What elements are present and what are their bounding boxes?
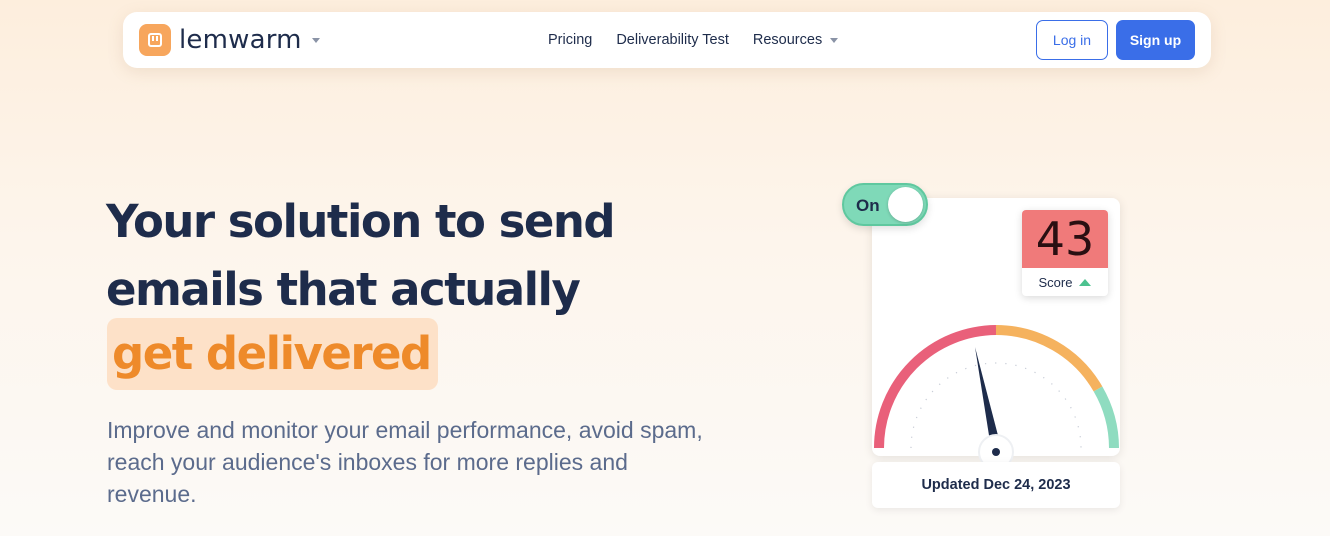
toggle-label: On	[856, 196, 880, 215]
arrow-up-icon	[1079, 278, 1092, 286]
score-label: Score	[1038, 274, 1073, 290]
chevron-down-icon	[830, 37, 839, 43]
headline-line-1: Your solution to send	[106, 195, 616, 248]
warmup-toggle[interactable]: On	[842, 183, 928, 226]
lemwarm-logo-icon	[139, 24, 171, 56]
headline-accent: get delivered	[112, 327, 432, 380]
toggle-knob	[888, 187, 923, 222]
nav-links: Pricing Deliverability Test Resources	[548, 12, 862, 68]
brand-name: lemwarm	[179, 25, 302, 55]
nav-link-resources[interactable]: Resources	[752, 32, 839, 48]
login-button[interactable]: Log in	[1036, 20, 1108, 60]
nav-link-pricing[interactable]: Pricing	[548, 32, 592, 48]
hero-subtitle: Improve and monitor your email performan…	[107, 417, 703, 507]
score-label-area: Score	[1022, 268, 1108, 296]
score-box: 43 Score	[1022, 210, 1108, 296]
nav-link-resources-label: Resources	[752, 32, 823, 48]
hero-headline: Your solution to send emails that actual…	[106, 188, 616, 324]
headline-line-2: emails that actually	[106, 263, 581, 316]
score-value: 43	[1035, 212, 1095, 266]
gauge-arc-red	[874, 325, 997, 449]
score-gauge	[874, 325, 1119, 470]
brand-chevron-down-icon[interactable]	[311, 37, 320, 43]
gauge-arc-green	[1093, 386, 1119, 449]
updated-date: Updated Dec 24, 2023	[872, 462, 1120, 508]
brand-logo[interactable]: lemwarm	[139, 24, 320, 56]
top-navbar: lemwarm Pricing Deliverability Test Reso…	[123, 12, 1211, 68]
signup-button[interactable]: Sign up	[1116, 20, 1195, 60]
gauge-needle	[975, 347, 1001, 448]
score-value-area: 43	[1022, 210, 1108, 268]
gauge-arc-orange	[995, 325, 1103, 392]
nav-link-deliverability-test[interactable]: Deliverability Test	[616, 32, 729, 48]
